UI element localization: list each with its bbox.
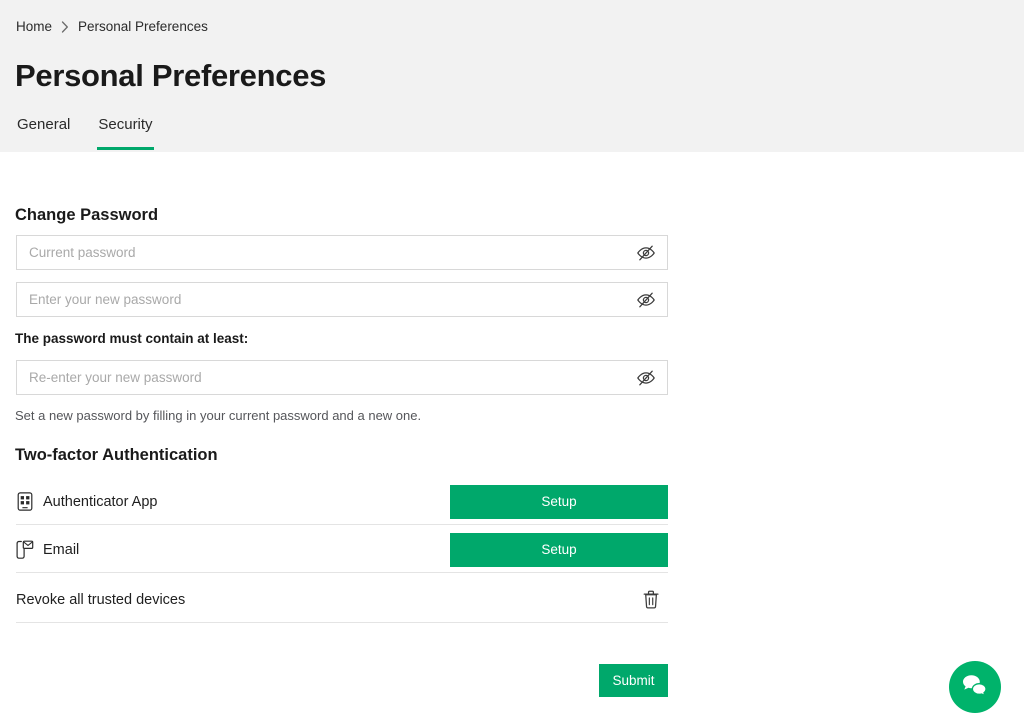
confirm-password-input[interactable]	[17, 361, 625, 394]
tab-security[interactable]: Security	[97, 114, 154, 150]
breadcrumb-item-current: Personal Preferences	[78, 19, 208, 34]
new-password-field[interactable]	[16, 282, 668, 317]
submit-button[interactable]: Submit	[599, 664, 668, 697]
new-password-input[interactable]	[17, 283, 625, 316]
chat-bubbles-icon-button[interactable]	[949, 661, 1001, 713]
password-requirements-label: The password must contain at least:	[15, 331, 249, 346]
two-factor-authentication-heading: Two-factor Authentication	[15, 446, 218, 464]
two-factor-method-row-authenticator-app: Authenticator App Setup	[16, 479, 668, 525]
current-password-input[interactable]	[17, 236, 625, 269]
authenticator-app-icon	[16, 492, 34, 512]
revoke-trusted-devices-label: Revoke all trusted devices	[16, 591, 186, 608]
trash-icon-revoke-devices[interactable]	[636, 585, 666, 615]
chevron-right-icon	[61, 21, 69, 33]
eye-off-icon-new-password[interactable]	[625, 283, 667, 316]
change-password-helper-text: Set a new password by filling in your cu…	[15, 408, 422, 423]
tab-general[interactable]: General	[16, 114, 71, 150]
chat-bubbles-icon	[961, 673, 989, 702]
email-label: Email	[43, 541, 80, 558]
eye-off-icon-confirm-password[interactable]	[625, 361, 667, 394]
breadcrumb: Home Personal Preferences	[16, 18, 208, 36]
setup-button-authenticator-app[interactable]: Setup	[450, 484, 668, 519]
security-settings-panel: Change Password The password must contai…	[0, 152, 1024, 720]
authenticator-app-label: Authenticator App	[43, 493, 158, 510]
page-title: Personal Preferences	[15, 58, 327, 93]
email-device-icon	[16, 540, 34, 560]
eye-off-icon-current-password[interactable]	[625, 236, 667, 269]
page-header: Home Personal Preferences Personal Prefe…	[0, 0, 1024, 152]
authenticator-app-label-group: Authenticator App	[16, 492, 157, 512]
setup-button-email[interactable]: Setup	[450, 532, 668, 567]
current-password-field[interactable]	[16, 235, 668, 270]
breadcrumb-item-home[interactable]: Home	[16, 18, 52, 36]
confirm-password-field[interactable]	[16, 360, 668, 395]
change-password-heading: Change Password	[15, 206, 159, 224]
two-factor-method-row-email: Email Setup	[16, 527, 668, 573]
revoke-trusted-devices-row: Revoke all trusted devices	[16, 577, 668, 623]
email-label-group: Email	[16, 540, 79, 560]
tab-bar: General Security	[16, 114, 154, 150]
